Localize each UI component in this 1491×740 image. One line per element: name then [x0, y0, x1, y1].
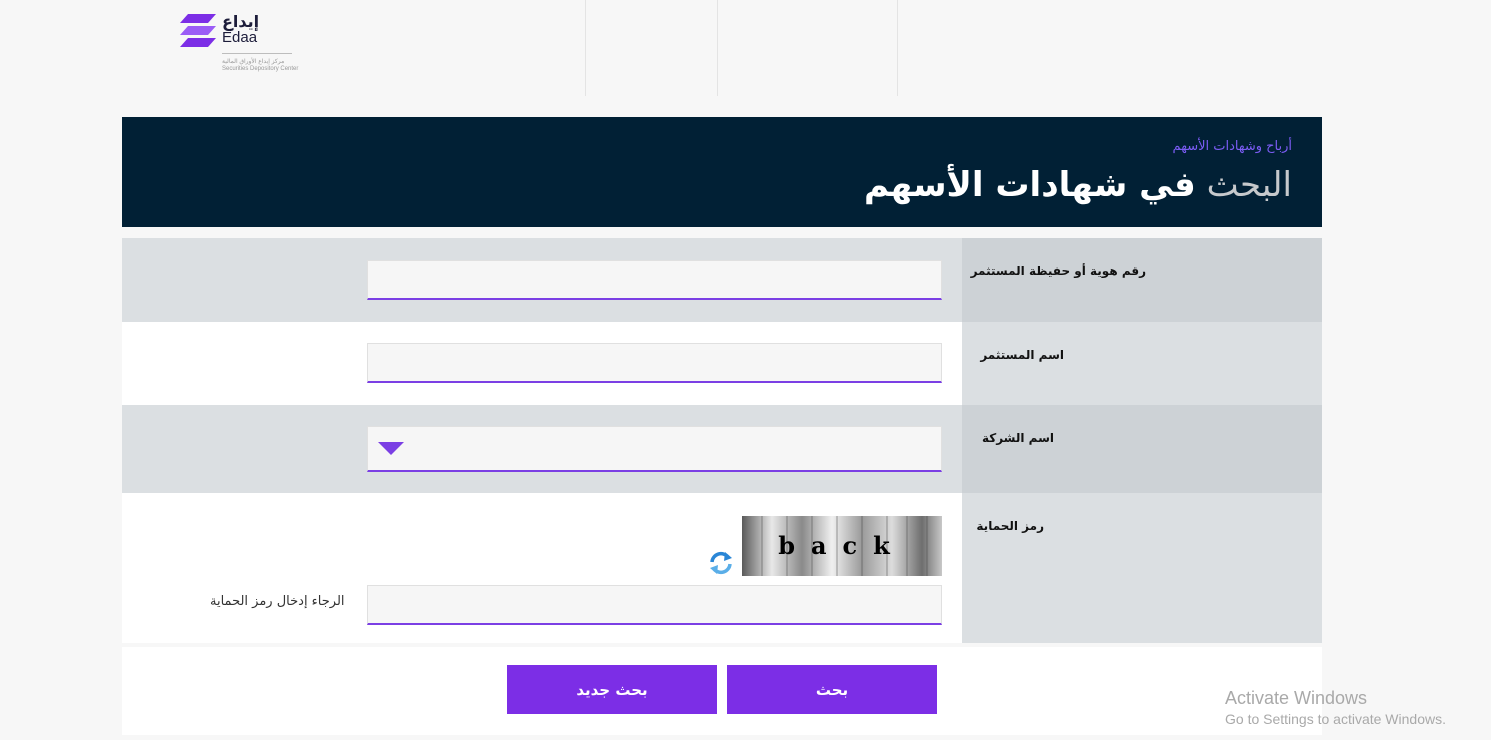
new-search-button[interactable]: بحث جديد	[507, 665, 717, 714]
logo-divider	[222, 53, 292, 54]
page-banner: أرباح وشهادات الأسهم البحث في شهادات الأ…	[122, 117, 1322, 227]
watermark-subtitle: Go to Settings to activate Windows.	[1225, 711, 1446, 727]
header-divider	[585, 0, 586, 96]
investor-id-row: رقم هوية أو حفيظة المستثمر	[122, 238, 1322, 322]
investor-id-field[interactable]	[367, 260, 942, 300]
logo-subtitle-arabic: مركز إيداع الأوراق المالية	[222, 59, 285, 65]
company-name-select[interactable]	[367, 426, 942, 472]
company-name-row: اسم الشركة	[122, 405, 1322, 493]
captcha-label: رمز الحماية	[976, 519, 1044, 533]
label-cell: اسم الشركة	[962, 405, 1322, 493]
investor-id-label: رقم هوية أو حفيظة المستثمر	[970, 264, 1146, 278]
search-form: رقم هوية أو حفيظة المستثمر اسم المستثمر …	[122, 238, 1322, 643]
captcha-text: back	[778, 531, 906, 560]
investor-name-field[interactable]	[367, 343, 942, 383]
company-name-label: اسم الشركة	[981, 431, 1054, 445]
activation-watermark: Activate Windows Go to Settings to activ…	[1225, 688, 1446, 727]
refresh-captcha-icon[interactable]	[707, 549, 735, 577]
edaa-layers-icon	[180, 14, 216, 47]
captcha-image: back	[742, 516, 942, 576]
captcha-input[interactable]	[368, 586, 941, 623]
page-title: البحث في شهادات الأسهم	[864, 165, 1292, 205]
top-header: إيداع Edaa مركز إيداع الأوراق المالية Se…	[0, 0, 1491, 96]
header-divider	[897, 0, 898, 96]
search-button[interactable]: بحث	[727, 665, 937, 714]
captcha-field[interactable]	[367, 585, 942, 625]
label-cell: رمز الحماية	[962, 493, 1322, 643]
header-divider	[717, 0, 718, 96]
label-cell: اسم المستثمر	[962, 322, 1322, 405]
logo-subtitle-english: Securities Depository Center	[222, 66, 299, 72]
chevron-down-icon[interactable]	[378, 442, 404, 455]
breadcrumb[interactable]: أرباح وشهادات الأسهم	[1173, 139, 1292, 154]
captcha-note: الرجاء إدخال رمز الحماية	[210, 594, 345, 609]
investor-id-input[interactable]	[368, 261, 941, 298]
investor-name-row: اسم المستثمر	[122, 322, 1322, 405]
watermark-title: Activate Windows	[1225, 688, 1368, 708]
edaa-logo[interactable]: إيداع Edaa مركز إيداع الأوراق المالية Se…	[180, 12, 299, 76]
label-cell: رقم هوية أو حفيظة المستثمر	[962, 238, 1322, 322]
investor-name-input[interactable]	[368, 344, 941, 381]
page-title-light: البحث	[1206, 165, 1292, 205]
logo-english-text: Edaa	[222, 29, 258, 46]
page-title-bold: في شهادات الأسهم	[864, 165, 1196, 205]
captcha-row: رمز الحماية back الرجاء إدخال رمز الحماي…	[122, 493, 1322, 643]
investor-name-label: اسم المستثمر	[980, 348, 1064, 362]
form-actions: بحث جديد بحث	[122, 647, 1322, 735]
